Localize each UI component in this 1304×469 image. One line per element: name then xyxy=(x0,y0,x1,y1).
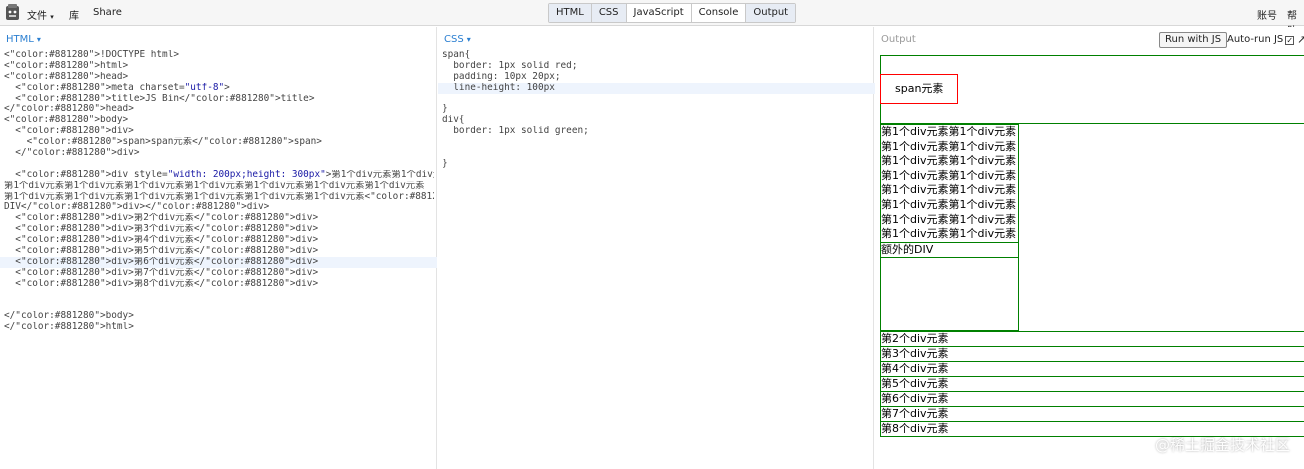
autorun-js-toggle[interactable]: Auto-run JS ✓ xyxy=(1227,34,1295,45)
extra-div: 额外的DIV xyxy=(880,241,1019,258)
first-div-line: 第1个div元素第1个div元素 xyxy=(881,139,1017,153)
autorun-checkbox[interactable]: ✓ xyxy=(1285,36,1295,45)
code-line: <"color:#881280">div>第3个div元素</"color:#8… xyxy=(4,224,319,235)
code-line: padding: 10px 20px; xyxy=(442,71,561,82)
code-line: 第1个div元素第1个div元素第1个div元素第1个div元素第1个div元素… xyxy=(4,180,425,191)
code-line: <"color:#881280">div>第8个div元素</"color:#8… xyxy=(4,278,319,289)
watermark: @稀土掘金技术社区 xyxy=(1154,436,1290,454)
code-line: <"color:#881280">html> xyxy=(4,60,129,71)
code-line: <"color:#881280">title>JS Bin</"color:#8… xyxy=(4,93,315,104)
output-div-item: 第7个div元素 xyxy=(880,406,1304,422)
code-line: <"color:#881280">div> xyxy=(4,126,134,137)
output-frame: span元素 第1个div元素第1个div元素 第1个div元素第1个div元素第… xyxy=(880,55,1304,469)
code-line: <"color:#881280">div style="width: 200px… xyxy=(4,169,434,180)
run-with-js-button[interactable]: Run with JS xyxy=(1159,32,1228,48)
code-line: <"color:#881280">div>第7个div元素</"color:#8… xyxy=(4,267,319,278)
first-div-line: 第1个div元素第1个div元素 xyxy=(881,168,1017,182)
code-line: } xyxy=(442,104,448,115)
code-line: <"color:#881280">span>span元素</"color:#88… xyxy=(4,137,322,148)
output-div-item: 第4个div元素 xyxy=(880,361,1304,377)
code-line: } xyxy=(442,158,448,169)
code-line: <"color:#881280">div>第6个div元素</"color:#8… xyxy=(0,256,437,268)
first-div-text: 第1个div元素第1个div元素 第1个div元素第1个div元素 第1个div元素… xyxy=(881,125,1018,242)
code-line: <"color:#881280">div>第2个div元素</"color:#8… xyxy=(4,213,319,224)
code-line: border: 1px solid green; xyxy=(442,126,589,137)
panel-tabs: HTML CSS JavaScript Console Output xyxy=(548,3,797,23)
code-line: <"color:#881280">head> xyxy=(4,71,129,82)
other-divs-list: 第2个div元素 第3个div元素 第4个div元素 第5个div元素 第6个div元素… xyxy=(880,331,1304,437)
first-div: 第1个div元素第1个div元素 第1个div元素第1个div元素 第1个div元素… xyxy=(880,124,1019,331)
output-panel: Output Run with JS Auto-run JS ✓ ↗ span元素… xyxy=(875,27,1304,469)
output-title: Output xyxy=(881,34,916,45)
output-div-item: 第3个div元素 xyxy=(880,346,1304,362)
code-line: span{ xyxy=(442,50,471,60)
expand-icon[interactable]: ↗ xyxy=(1297,33,1304,46)
code-line: <"color:#881280">div>第4个div元素</"color:#8… xyxy=(4,235,319,246)
code-line: <"color:#881280">meta charset="utf-8"> xyxy=(4,82,230,93)
top-toolbar: 文件 ▾ 库 Share HTML CSS JavaScript Console… xyxy=(0,0,1304,37)
html-editor-panel: HTML ▾ <"color:#881280">!DOCTYPE html> <"c… xyxy=(0,27,437,469)
first-div-line: 第1个div元素第1个div元素 xyxy=(881,125,1017,138)
tab-javascript[interactable]: JavaScript xyxy=(627,4,692,22)
first-div-line: 第1个div元素第1个div元素 xyxy=(881,212,1017,226)
css-code-editor[interactable]: span{ border: 1px solid red; padding: 10… xyxy=(438,50,875,170)
tab-html[interactable]: HTML xyxy=(549,4,592,22)
css-editor-panel: CSS ▾ span{ border: 1px solid red; paddin… xyxy=(438,27,875,469)
menu-library[interactable]: 库 xyxy=(69,7,79,22)
jsbin-logo-icon[interactable] xyxy=(5,4,20,21)
code-line: <"color:#881280">div>第5个div元素</"color:#8… xyxy=(4,246,319,257)
tab-css[interactable]: CSS xyxy=(591,4,627,22)
code-line: border: 1px solid red; xyxy=(442,60,578,71)
html-panel-label[interactable]: HTML ▾ xyxy=(6,34,41,45)
first-div-line: 第1个div元素第1个div元素 xyxy=(881,227,1017,241)
code-line: </"color:#881280">body> xyxy=(4,311,134,322)
code-line: </"color:#881280">head> xyxy=(4,104,134,115)
code-line: DIV</"color:#881280">div></"color:#88128… xyxy=(4,202,270,213)
tab-console[interactable]: Console xyxy=(692,4,747,22)
account-link[interactable]: 账号 xyxy=(1257,7,1277,22)
red-span: span元素 xyxy=(880,74,959,104)
html-code-editor[interactable]: <"color:#881280">!DOCTYPE html> <"color:#… xyxy=(0,50,437,333)
output-div-item: 第5个div元素 xyxy=(880,376,1304,392)
output-div-item: 第6个div元素 xyxy=(880,391,1304,407)
menu-file[interactable]: 文件 ▾ xyxy=(27,7,54,22)
tab-output[interactable]: Output xyxy=(746,4,796,22)
code-line: <"color:#881280">body> xyxy=(4,115,129,126)
code-line: div{ xyxy=(442,115,465,126)
code-line: <"color:#881280">!DOCTYPE html> xyxy=(4,50,179,60)
first-div-line: 第1个div元素第1个div元素 xyxy=(881,183,1017,197)
code-line: </"color:#881280">html> xyxy=(4,322,134,333)
output-div-item: 第2个div元素 xyxy=(880,331,1304,347)
code-line: </"color:#881280">div> xyxy=(4,148,140,159)
menu-share[interactable]: Share xyxy=(93,7,122,18)
code-line: line-height: 100px xyxy=(438,82,875,94)
code-line: 第1个div元素第1个div元素第1个div元素第1个div元素第1个div元素… xyxy=(4,191,434,202)
css-panel-label[interactable]: CSS ▾ xyxy=(444,34,471,45)
first-div-line: 第1个div元素第1个div元素 xyxy=(881,197,1017,211)
first-div-line: 第1个div元素第1个div元素 xyxy=(881,154,1017,168)
